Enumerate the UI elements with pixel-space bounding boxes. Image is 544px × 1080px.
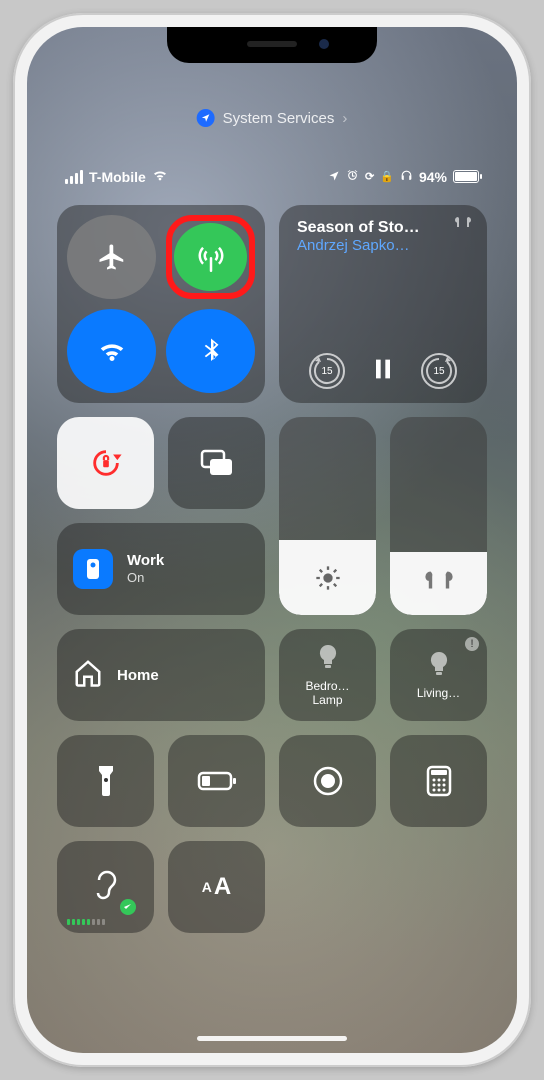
alert-badge-icon: ! [465,637,479,651]
lamp-name: Bedro… [305,679,349,693]
airpods-icon [453,215,473,232]
battery-icon [453,170,479,183]
skip-back-button[interactable]: 15 [309,353,345,389]
airplane-mode-toggle[interactable] [67,215,156,299]
wifi-status-icon [152,167,168,186]
orientation-lock-toggle[interactable] [57,417,154,509]
focus-state: On [127,570,164,586]
media-module[interactable]: Season of Sto… Andrzej Sapko… 15 15 [279,205,487,403]
phone-frame: System Services › T-Mobile ⟳ 🔒 [13,13,531,1067]
chevron-right-icon: › [342,110,347,127]
location-status-icon [328,169,340,185]
focus-name: Work [127,552,164,570]
cellular-signal-icon [65,170,83,184]
check-badge-icon [120,899,136,915]
sun-icon [314,564,342,597]
bulb-icon [317,643,339,676]
hearing-button[interactable] [57,841,154,933]
banner-label: System Services [223,110,335,127]
lamp-living-button[interactable]: ! Living… [390,629,487,721]
skip-forward-button[interactable]: 15 [421,353,457,389]
sync-status-icon: ⟳ [365,170,374,183]
screen-record-button[interactable] [279,735,376,827]
status-bar: T-Mobile ⟳ 🔒 94% [27,167,517,186]
location-arrow-icon [197,109,215,127]
notch [167,27,377,63]
bulb-icon [428,650,450,683]
brightness-slider[interactable] [279,417,376,615]
home-icon [73,658,103,693]
level-bars-icon [67,919,105,925]
cellular-highlight [166,215,255,299]
lamp-name: Living… [417,686,460,700]
screen: System Services › T-Mobile ⟳ 🔒 [27,27,517,1053]
headphones-status-icon [400,169,413,185]
calculator-button[interactable] [390,735,487,827]
volume-slider[interactable] [390,417,487,615]
lamp-bedroom-button[interactable]: Bedro… Lamp [279,629,376,721]
home-button[interactable]: Home [57,629,265,721]
cellular-data-toggle[interactable] [174,223,247,291]
battery-text: 94% [419,169,447,185]
screen-mirroring-button[interactable] [168,417,265,509]
wifi-toggle[interactable] [67,309,156,393]
home-label: Home [117,667,159,684]
airpods-volume-icon [422,568,456,597]
orientation-lock-status-icon: 🔒 [380,170,394,183]
play-pause-button[interactable] [369,355,397,388]
location-banner[interactable]: System Services › [197,109,348,127]
focus-badge-icon [73,549,113,589]
connectivity-module[interactable] [57,205,265,403]
home-indicator[interactable] [197,1036,347,1041]
alarm-status-icon [346,169,359,185]
control-center-grid: Season of Sto… Andrzej Sapko… 15 15 [57,205,487,933]
low-power-button[interactable] [168,735,265,827]
focus-button[interactable]: Work On [57,523,265,615]
media-title: Season of Sto… [297,219,469,237]
bluetooth-toggle[interactable] [166,309,255,393]
lamp-sub: Lamp [312,693,342,707]
text-size-button[interactable]: AA [168,841,265,933]
media-artist: Andrzej Sapko… [297,237,469,254]
carrier-label: T-Mobile [89,169,146,185]
flashlight-button[interactable] [57,735,154,827]
